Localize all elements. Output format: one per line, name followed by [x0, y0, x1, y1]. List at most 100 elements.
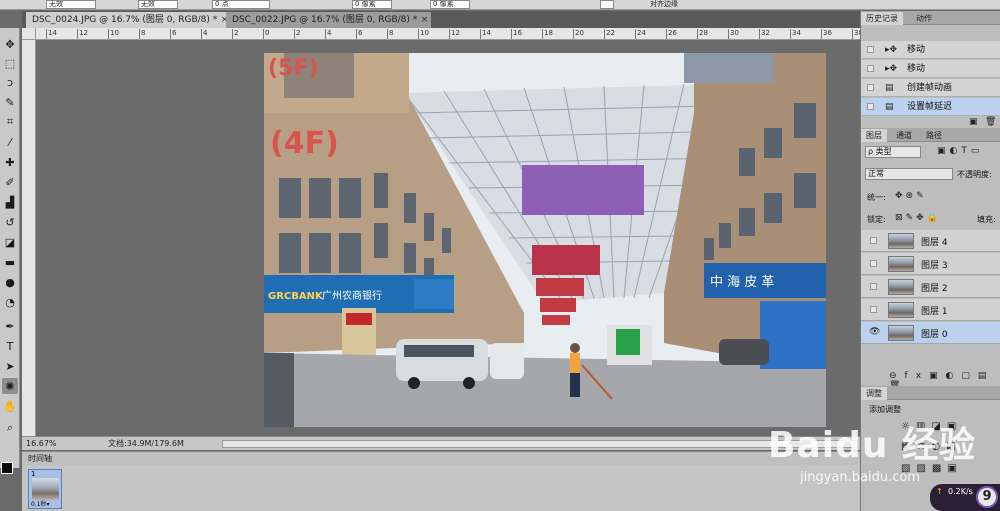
layer-thumbnail [888, 302, 914, 318]
ruler-tick: 10 [108, 29, 119, 39]
adjustment-icons-row-3[interactable]: ▧▨▩▣ [901, 463, 963, 474]
move-icon[interactable]: ✥ [2, 36, 18, 52]
healing-icon[interactable]: ✚ [2, 154, 18, 170]
layer-row-4[interactable]: 图层 4 [861, 230, 1000, 252]
layer-filter-select[interactable]: ρ 类型 [865, 146, 921, 158]
type-icon[interactable]: T [2, 338, 18, 354]
lock-label: 锁定: [867, 215, 886, 224]
ruler-tick: 36 [821, 29, 832, 39]
layer-thumbnail [888, 256, 914, 272]
new-snapshot-icon[interactable]: ▣ [969, 117, 978, 127]
frame-duration[interactable]: 0.1秒▾ [31, 499, 50, 508]
tab-history[interactable]: 历史记录 [861, 12, 903, 25]
ruler-tick: 0 [262, 29, 270, 39]
gradient-icon[interactable]: ▬ [2, 254, 18, 270]
history-list: ▸✥ 移动 ▸✥ 移动 ▤ 创建帧动画 ▤ 设置帧延迟 ▣ 🗑 [861, 25, 1000, 127]
eye-icon[interactable]: 👁 [869, 327, 880, 337]
blend-mode-select[interactable]: 正常 [865, 168, 953, 180]
layers-panel-tabs: 图层 通道 路径 [861, 128, 1000, 142]
unify-label: 统一: [867, 193, 886, 202]
ruler-corner [22, 28, 36, 40]
ruler-tick: 2 [231, 29, 239, 39]
layer-row-3[interactable]: 图层 3 [861, 253, 1000, 275]
style-select[interactable]: 无效 [46, 0, 96, 9]
close-icon[interactable]: × [421, 12, 429, 28]
history-checkbox[interactable] [867, 46, 874, 53]
tab-dsc-0022[interactable]: DSC_0022.JPG @ 16.7% (图层 0, RGB/8) * × [226, 12, 432, 28]
tab-actions[interactable]: 动作 [911, 12, 937, 25]
adjustment-icons-row-1[interactable]: ☼▥◪▣ [901, 421, 962, 432]
dodge-icon[interactable]: ◔ [2, 294, 18, 310]
radius-field[interactable]: 0 像素 [352, 0, 392, 9]
tab-paths[interactable]: 路径 [921, 129, 947, 142]
ruler-tick: 14 [480, 29, 491, 39]
layer-row-1[interactable]: 图层 1 [861, 299, 1000, 321]
ruler-tick: 2 [293, 29, 301, 39]
unify-icons[interactable]: ✥⊛✎ [895, 191, 927, 201]
photoshop-window: 无效 无效 0 点 0 像素 0 像素 对齐边缘 DSC_0024.JPG @ … [0, 0, 1000, 511]
timeline-tab[interactable]: 时间轴 [22, 451, 860, 465]
tab-channels[interactable]: 通道 [891, 129, 917, 142]
history-checkbox[interactable] [867, 65, 874, 72]
ruler-tick: 26 [666, 29, 677, 39]
tab-adjustments[interactable]: 调整 [861, 387, 887, 400]
tools-panel: ✥ ⬚ ↄ ✎ ⌗ ⁄ ✚ ✐ ▟ ↺ ◪ ▬ ● ◔ ✒ T ➤ ✺ ✋ ⌕ [0, 28, 20, 468]
foreground-color[interactable] [1, 462, 13, 474]
adjustment-icons-row-2[interactable]: ▦⚖◐▦ [901, 441, 962, 452]
layer-row-0[interactable]: 👁 图层 0 [861, 322, 1000, 344]
options-dropdown[interactable] [600, 0, 614, 9]
history-checkbox[interactable] [867, 103, 874, 110]
visibility-toggle[interactable] [870, 260, 877, 267]
tab-dsc-0024[interactable]: DSC_0024.JPG @ 16.7% (图层 0, RGB/8) * × [26, 12, 232, 28]
status-bar: 16.67% 文档:34.9M/179.6M [22, 436, 860, 450]
quick-select-icon[interactable]: ✎ [2, 94, 18, 110]
stamp-icon[interactable]: ▟ [2, 194, 18, 210]
frame-number: 1 [31, 470, 36, 478]
zoom-level[interactable]: 16.67% [26, 437, 57, 450]
hand-icon[interactable]: ✋ [2, 398, 18, 414]
shape-icon[interactable]: ✺ [2, 378, 18, 394]
offset-field[interactable]: 0 像素 [430, 0, 470, 9]
canvas-area[interactable]: (5F) (4F) GRCBANK 广州农商银行 中 海 皮 革 [37, 41, 860, 436]
history-item-move-1[interactable]: ▸✥ 移动 [861, 41, 1000, 59]
blur-icon[interactable]: ● [2, 274, 18, 290]
visibility-toggle[interactable] [870, 237, 877, 244]
delete-icon[interactable]: 🗑 [985, 117, 996, 127]
width-field[interactable]: 无效 [138, 0, 178, 9]
ruler-tick: 24 [635, 29, 646, 39]
eyedropper-icon[interactable]: ⁄ [2, 134, 18, 150]
lasso-icon[interactable]: ↄ [2, 74, 18, 90]
marquee-icon[interactable]: ⬚ [2, 55, 18, 71]
zoom-icon[interactable]: ⌕ [2, 420, 18, 436]
document-icon: ▤ [885, 83, 894, 93]
feather-field[interactable]: 0 点 [212, 0, 270, 9]
eraser-icon[interactable]: ◪ [2, 234, 18, 250]
align-edges-checkbox[interactable]: 对齐边缘 [650, 0, 678, 8]
history-item-set-frame-delay[interactable]: ▤ 设置帧延迟 [861, 98, 1000, 116]
ruler-tick: 30 [728, 29, 739, 39]
lock-icons[interactable]: ⊠✎✥🔒 [895, 213, 941, 223]
brush-icon[interactable]: ✐ [2, 174, 18, 190]
animation-frame[interactable]: 1 0.1秒▾ [28, 469, 62, 509]
document-photo[interactable]: (5F) (4F) GRCBANK 广州农商银行 中 海 皮 革 [264, 53, 826, 427]
market-street-photo: (5F) (4F) GRCBANK 广州农商银行 中 海 皮 革 [264, 53, 826, 427]
path-select-icon[interactable]: ➤ [2, 358, 18, 374]
sign-5f: (5F) [268, 56, 318, 81]
filter-icons[interactable]: ▣◐T▭ [937, 146, 983, 156]
history-brush-icon[interactable]: ↺ [2, 214, 18, 230]
history-item-create-frame-animation[interactable]: ▤ 创建帧动画 [861, 79, 1000, 97]
ruler-tick: 22 [604, 29, 615, 39]
network-speed-widget[interactable]: ↑ 0.2K/s 9 [930, 484, 1000, 511]
color-swatches[interactable] [0, 462, 20, 494]
ruler-tick: 4 [324, 29, 332, 39]
layer-row-2[interactable]: 图层 2 [861, 276, 1000, 298]
pen-icon[interactable]: ✒ [2, 318, 18, 334]
visibility-toggle[interactable] [870, 283, 877, 290]
crop-icon[interactable]: ⌗ [2, 114, 18, 130]
history-item-move-2[interactable]: ▸✥ 移动 [861, 60, 1000, 78]
history-checkbox[interactable] [867, 84, 874, 91]
visibility-toggle[interactable] [870, 306, 877, 313]
frame-thumbnail [32, 478, 59, 500]
tab-layers[interactable]: 图层 [861, 129, 887, 142]
horizontal-scrollbar[interactable] [222, 440, 858, 448]
